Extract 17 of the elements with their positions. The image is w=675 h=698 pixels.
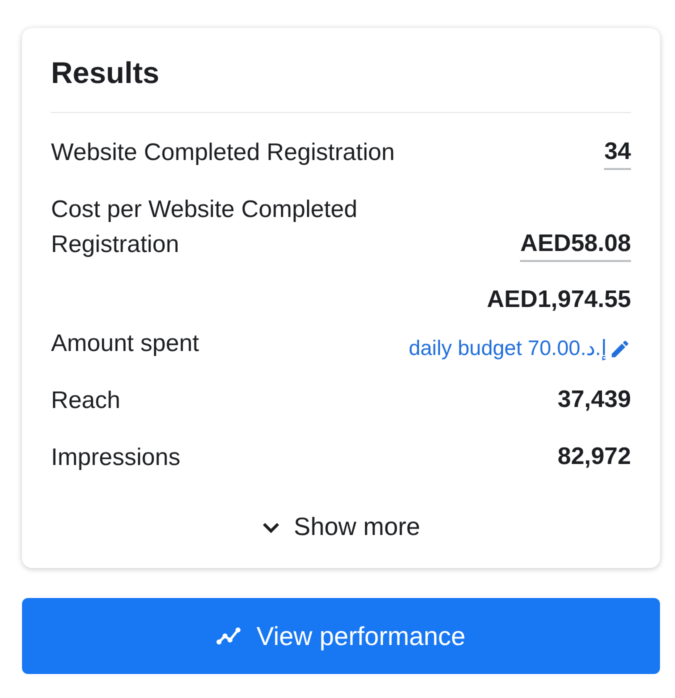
metric-value: AED1,974.55 (486, 285, 631, 315)
daily-budget-link[interactable]: daily budget 70.00.د.إ (408, 336, 631, 361)
show-more-button[interactable]: Show more (254, 509, 428, 546)
metric-value: 82,972 (558, 442, 631, 472)
metric-label: Impressions (51, 443, 180, 473)
metric-value: AED58.08 (520, 228, 631, 262)
metric-label: Amount spent (51, 329, 200, 359)
metric-value: 37,439 (558, 385, 631, 415)
pencil-icon (609, 338, 631, 360)
trend-line-icon (216, 626, 242, 646)
metric-label: Website Completed Registration (51, 138, 395, 168)
metric-value: 34 (604, 136, 631, 170)
chevron-down-icon (262, 522, 280, 534)
metric-label: Cost per Website Completed Registration (51, 195, 358, 260)
view-performance-button[interactable]: View performance (22, 598, 660, 674)
metric-label: Reach (51, 386, 120, 416)
card-title: Results (51, 56, 160, 92)
